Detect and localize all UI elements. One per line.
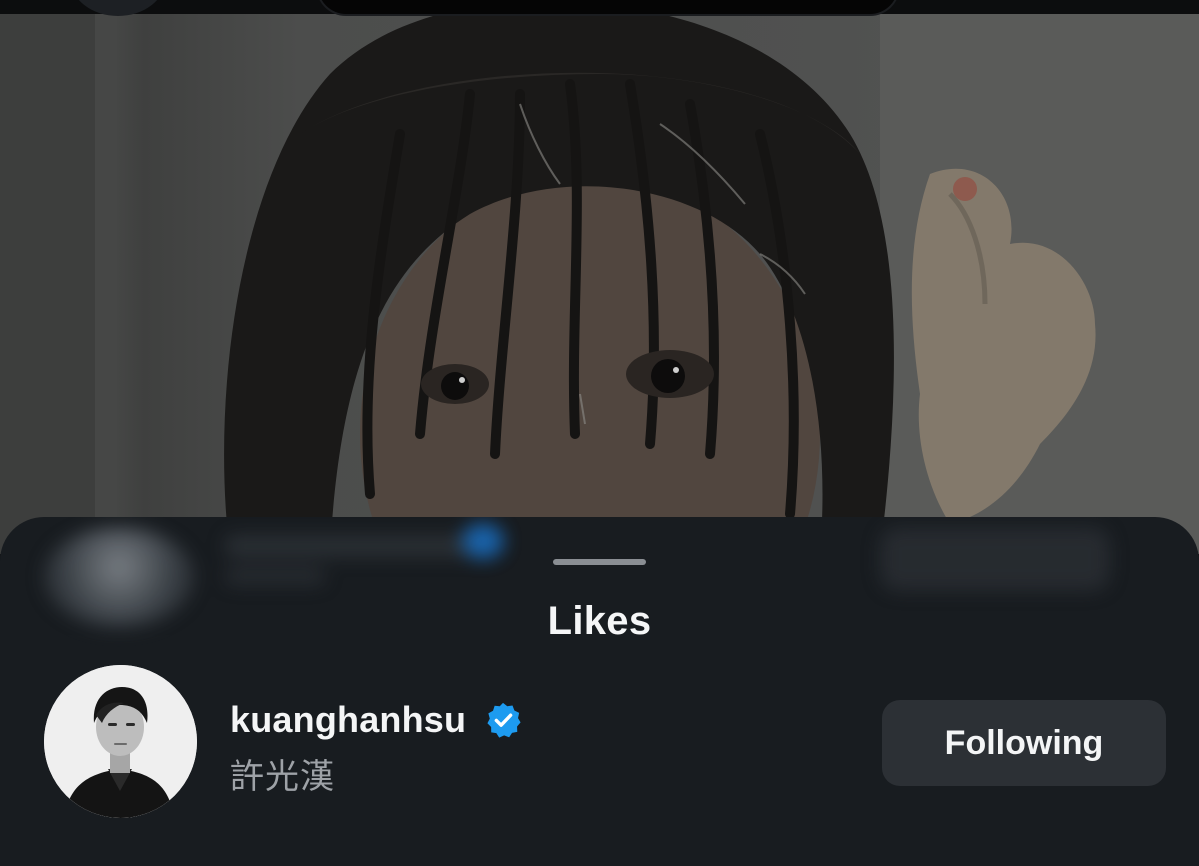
photo-illustration: [0, 14, 1199, 554]
username-label[interactable]: kuanghanhsu: [230, 699, 466, 741]
blurred-verified-icon: [462, 523, 504, 559]
verified-badge-icon: [487, 702, 521, 738]
sheet-grabber-handle[interactable]: [553, 559, 646, 565]
blurred-follow-button: [880, 527, 1110, 591]
dynamic-island: [318, 0, 898, 14]
following-button[interactable]: Following: [882, 700, 1166, 786]
list-item-like[interactable]: kuanghanhsu 許光漢 Following: [0, 665, 1199, 825]
sheet-title: Likes: [547, 599, 652, 643]
likes-sheet: Likes kuanghanhsu 許光漢 Following: [0, 517, 1199, 866]
likes-screen: Likes kuanghanhsu 許光漢 Following: [0, 0, 1199, 866]
blurred-username: [225, 535, 485, 557]
blurred-subtitle: [225, 567, 325, 585]
post-photo-background: [0, 14, 1199, 554]
profile-avatar[interactable]: [44, 665, 197, 818]
display-name-label: 許光漢: [230, 758, 335, 796]
avatar-photo: [44, 665, 197, 818]
